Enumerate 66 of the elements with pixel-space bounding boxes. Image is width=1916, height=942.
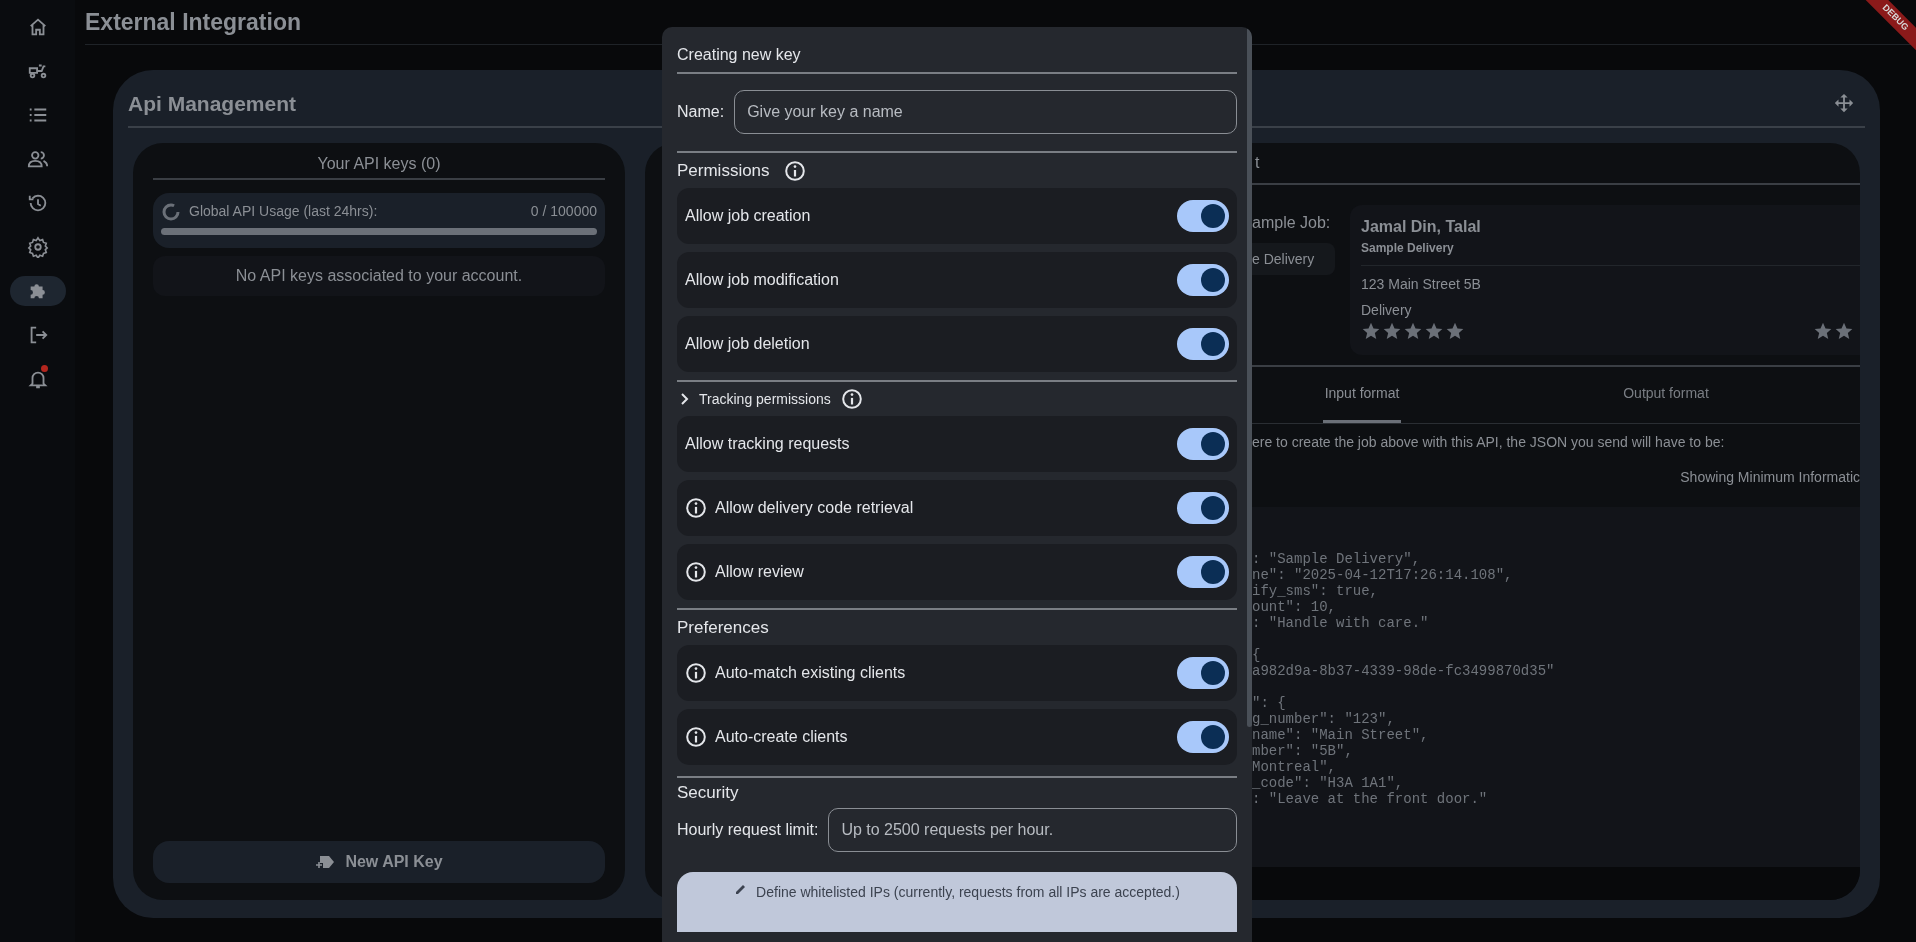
whitelist-ips-button[interactable]: Define whitelisted IPs (currently, requests from all IPs are accepted.) bbox=[677, 872, 1237, 932]
toggle-switch[interactable] bbox=[1177, 657, 1229, 689]
spinner-icon bbox=[161, 201, 181, 222]
people-icon bbox=[26, 148, 49, 170]
format-tab[interactable]: Output format bbox=[1621, 367, 1711, 423]
sample-job-label: ample Job: bbox=[1252, 213, 1332, 233]
permission-label: Auto-match existing clients bbox=[715, 663, 906, 683]
section-title: Preferences bbox=[677, 616, 769, 639]
info-icon[interactable] bbox=[685, 662, 707, 684]
info-icon[interactable] bbox=[685, 497, 707, 519]
panel-title: Your API keys (0) bbox=[317, 154, 441, 174]
info-icon[interactable] bbox=[783, 159, 806, 182]
description: ere to create the job above with this API, the JSON you send will have to be: bbox=[1252, 433, 1726, 452]
star-icon bbox=[1813, 321, 1833, 341]
detail-level-toggle[interactable]: Showing Minimum Informatic bbox=[1680, 467, 1860, 488]
chevron-icon bbox=[679, 393, 689, 405]
toggle-switch[interactable] bbox=[1177, 492, 1229, 524]
job-type: Sample Delivery bbox=[1361, 240, 1455, 257]
star-icon bbox=[1382, 321, 1402, 341]
panel-title: t bbox=[1255, 153, 1260, 173]
empty-message: No API keys associated to your account. bbox=[235, 266, 523, 286]
permission-label: Allow review bbox=[715, 562, 804, 582]
address: 123 Main Street 5B bbox=[1361, 275, 1482, 294]
scrollbar-thumb[interactable] bbox=[1247, 27, 1252, 727]
section-title: Security bbox=[677, 782, 739, 805]
job-category: Delivery bbox=[1361, 301, 1413, 320]
sidebar-item[interactable] bbox=[9, 276, 66, 306]
star-icon bbox=[1445, 321, 1465, 341]
usage-label: Global API Usage (last 24hrs): bbox=[189, 202, 378, 221]
client-name: Jamal Din, Talal bbox=[1361, 217, 1482, 237]
usage-value: 0 / 100000 bbox=[530, 202, 597, 221]
toggle-switch[interactable] bbox=[1177, 721, 1229, 753]
permission-label: Allow job modification bbox=[685, 270, 839, 290]
new-api-key-button[interactable]: New API Key bbox=[153, 841, 605, 883]
info-icon[interactable] bbox=[840, 388, 863, 410]
name-label: Name: bbox=[677, 102, 725, 122]
star-icon bbox=[1403, 321, 1423, 341]
permission-label: Allow delivery code retrieval bbox=[715, 498, 914, 518]
info-icon[interactable] bbox=[685, 726, 707, 748]
dialog-title: Creating new key bbox=[677, 46, 801, 63]
card-title: Api Management bbox=[128, 91, 297, 118]
limit-label: Hourly request limit: bbox=[677, 820, 819, 840]
permission-label: Allow job creation bbox=[685, 206, 811, 226]
star-icon bbox=[1361, 321, 1381, 341]
tag-plus-icon bbox=[315, 853, 336, 871]
toggle-switch[interactable] bbox=[1177, 200, 1229, 232]
toggle-switch[interactable] bbox=[1177, 328, 1229, 360]
format-tab[interactable]: Input format bbox=[1322, 367, 1402, 423]
permission-label: Allow tracking requests bbox=[685, 434, 850, 454]
permission-label: Auto-create clients bbox=[715, 727, 848, 747]
section-title: Permissions bbox=[677, 159, 770, 182]
toggle-switch[interactable] bbox=[1177, 556, 1229, 588]
star-icon bbox=[1424, 321, 1444, 341]
move-icon[interactable] bbox=[1833, 93, 1855, 115]
json-code: : "Sample Delivery", ne": "2025-04-12T17:26:14.108", ify_sms": true, ount": 10, : "Handle with care." { a982d9a-8b37-4339-98de-fc3499870d35" ": { g_number": "123", name": "Main Street", mber": "5B", Montreal", _code": "H3A 1A1", : "Leave at the front door." bbox=[1252, 551, 1556, 807]
history-icon bbox=[26, 192, 49, 214]
section-expander[interactable]: Tracking permissions bbox=[679, 388, 831, 410]
permission-label: Allow job deletion bbox=[685, 334, 810, 354]
info-icon[interactable] bbox=[685, 561, 707, 583]
name-field[interactable]: Give your key a name bbox=[734, 90, 1237, 134]
page-title: External Integration bbox=[85, 7, 301, 37]
toggle-switch[interactable] bbox=[1177, 428, 1229, 460]
star-icon bbox=[1834, 321, 1854, 341]
request-limit-field[interactable]: Up to 2500 requests per hour. bbox=[828, 808, 1237, 852]
toggle-switch[interactable] bbox=[1177, 264, 1229, 296]
settings-icon bbox=[26, 236, 49, 258]
